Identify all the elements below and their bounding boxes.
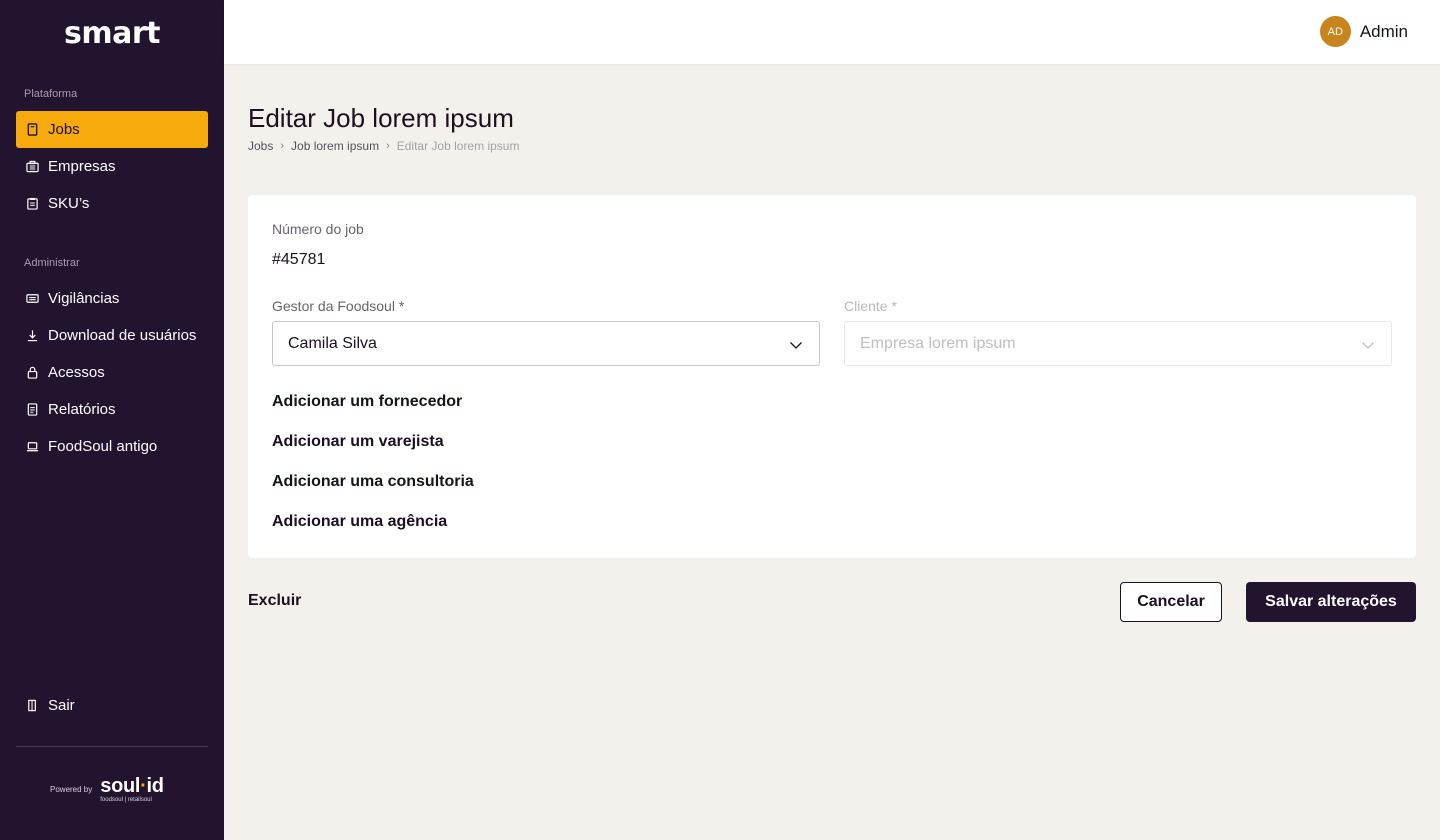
sidebar-item-relatorios[interactable]: Relatórios [16, 391, 208, 428]
topbar: AD Admin [224, 0, 1440, 64]
document-icon [25, 123, 39, 137]
sidebar-item-empresas[interactable]: Empresas [16, 148, 208, 185]
sidebar-item-acessos[interactable]: Acessos [16, 354, 208, 391]
monitor-list-icon [25, 292, 39, 306]
soulid-logo: soul·id foodsoul | retailsoul [100, 775, 164, 803]
logout-door-icon [25, 699, 39, 713]
smart-logo: smart [64, 16, 161, 51]
chevron-down-icon [1362, 342, 1374, 349]
chevron-right-icon: › [386, 140, 390, 152]
avatar[interactable]: AD [1319, 16, 1351, 47]
sidebar-item-label: Download de usuários [48, 327, 197, 344]
logout-label: Sair [48, 697, 75, 714]
sidebar-item-jobs[interactable]: Jobs [16, 111, 208, 148]
sidebar-item-label: Empresas [48, 158, 116, 175]
download-icon [25, 329, 39, 343]
add-consultancy-link[interactable]: Adicionar uma consultoria [272, 473, 474, 491]
user-name[interactable]: Admin [1360, 22, 1408, 42]
powered-by-label: Powered by [50, 785, 93, 794]
lock-icon [25, 366, 39, 380]
sidebar-item-label: Relatórios [48, 401, 116, 418]
job-number-label: Número do job [272, 221, 364, 237]
powered-by-soulid: Powered by soul·id foodsoul | retailsoul [50, 776, 164, 803]
save-button[interactable]: Salvar alterações [1246, 582, 1416, 622]
delete-button[interactable]: Excluir [248, 592, 301, 610]
sidebar: smart Plataforma Jobs Empresas SKU’s Adm… [0, 0, 224, 840]
page-title: Editar Job lorem ipsum [248, 103, 514, 133]
user-menu[interactable]: AD Admin [1319, 16, 1408, 47]
add-agency-link[interactable]: Adicionar uma agência [272, 513, 447, 531]
breadcrumb-item-current: Editar Job lorem ipsum [396, 139, 520, 153]
breadcrumb-item-job[interactable]: Job lorem ipsum [291, 139, 379, 153]
cancel-button[interactable]: Cancelar [1120, 582, 1222, 622]
briefcase-icon [25, 160, 39, 174]
client-select: Empresa lorem ipsum [844, 321, 1392, 366]
section-label-admin: Administrar [24, 257, 80, 269]
chevron-right-icon: › [280, 140, 285, 152]
sidebar-item-foodsoul-antigo[interactable]: FoodSoul antigo [16, 428, 208, 465]
manager-select[interactable]: Camila Silva [272, 321, 820, 366]
client-select-placeholder: Empresa lorem ipsum [860, 334, 1016, 352]
job-number-value: #45781 [272, 251, 326, 268]
job-form-card: Número do job #45781 Gestor da Foodsoul … [248, 195, 1416, 558]
sidebar-item-label: SKU’s [48, 195, 90, 212]
section-label-platform: Plataforma [24, 88, 78, 100]
manager-select-value: Camila Silva [288, 334, 377, 352]
breadcrumb: Jobs › Job lorem ipsum › Editar Job lore… [248, 139, 519, 153]
sidebar-item-label: Vigilâncias [48, 290, 120, 307]
sidebar-item-download-usuarios[interactable]: Download de usuários [16, 317, 208, 354]
sidebar-item-label: Jobs [48, 121, 80, 138]
logout-button[interactable]: Sair [16, 687, 208, 724]
report-icon [25, 403, 39, 417]
clipboard-icon [25, 197, 39, 211]
sidebar-item-skus[interactable]: SKU’s [16, 185, 208, 222]
sidebar-item-label: FoodSoul antigo [48, 438, 158, 455]
add-retailer-link[interactable]: Adicionar um varejista [272, 433, 444, 451]
breadcrumb-item-jobs[interactable]: Jobs [248, 139, 273, 153]
chevron-down-icon [790, 342, 802, 349]
sidebar-item-vigilancias[interactable]: Vigilâncias [16, 280, 208, 317]
laptop-icon [25, 440, 39, 454]
sidebar-item-label: Acessos [48, 364, 105, 381]
add-supplier-link[interactable]: Adicionar um fornecedor [272, 393, 462, 411]
client-label: Cliente * [844, 298, 897, 314]
manager-label: Gestor da Foodsoul * [272, 298, 405, 314]
sidebar-divider [16, 746, 208, 747]
